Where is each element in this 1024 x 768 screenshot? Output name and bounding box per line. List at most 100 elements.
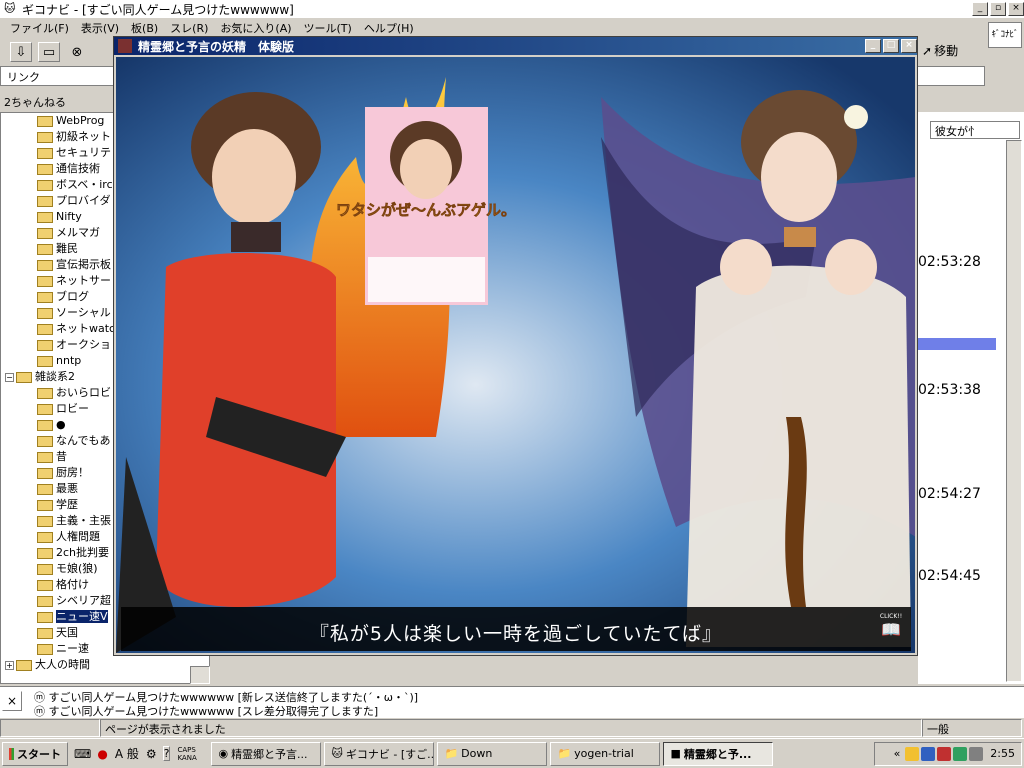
tree-item-label: プロバイダ <box>56 194 111 207</box>
minimize-button[interactable]: _ <box>972 2 988 16</box>
game-close-button[interactable]: × <box>901 39 917 53</box>
folder-icon <box>37 595 53 607</box>
tree-expander-icon[interactable]: − <box>5 372 14 382</box>
log-icon: ⓜ <box>34 705 49 718</box>
link-bar-label[interactable]: リンク <box>7 71 40 84</box>
quicklaunch-help-icon[interactable]: ? <box>162 746 171 761</box>
tree-item-label: 難民 <box>56 242 78 255</box>
move-button[interactable]: ➚ 移動 <box>922 42 958 59</box>
tree-scroll-down-button[interactable] <box>190 666 210 684</box>
folder-icon: 📁 <box>557 747 572 760</box>
download-icon[interactable]: ⇩ <box>10 42 32 62</box>
folder-icon <box>37 179 53 191</box>
game-scene: ワタシがぜ〜んぶアゲル。 <box>116 57 915 653</box>
message-box[interactable]: 『私が5人は楽しい一時を過ごしていたてば』 CLICK!! 📖 <box>121 607 911 651</box>
task-icon: ◉ <box>218 747 229 760</box>
folder-icon <box>37 243 53 255</box>
tray-chevron-icon[interactable]: « <box>894 747 901 760</box>
stop-icon[interactable]: ⊗ <box>66 42 88 62</box>
tree-item-label: 主義・主張 <box>56 514 111 527</box>
window-icon[interactable]: ▭ <box>38 42 60 62</box>
log-line: ⓜ すごい同人ゲーム見つけたwwwwww [スレ差分取得完了しますた] <box>34 703 378 719</box>
task-label: ギコナビ - [すご... <box>345 747 435 761</box>
tree-item-label: 人権問題 <box>56 530 100 543</box>
game-window[interactable]: 精霊郷と予言の妖精 体験版 _ □ × ワタシがぜ〜んぶアゲル。 『私が5人は楽… <box>113 36 918 656</box>
ime-indicator[interactable]: A 般 <box>115 745 139 762</box>
thread-tab[interactable]: 彼女が忄 <box>930 121 1020 139</box>
menu-thread[interactable]: スレ(R) <box>170 20 208 36</box>
folder-icon <box>37 227 53 239</box>
tree-item-label: ソーシャル <box>56 306 111 319</box>
task-button[interactable]: 📁 Down <box>437 741 548 766</box>
tree-item-label: シベリア超 <box>56 594 111 607</box>
folder-icon <box>37 131 53 143</box>
tree-item-label: 格付け <box>56 578 89 591</box>
folder-icon <box>37 499 53 511</box>
tree-item-label: 通信技術 <box>56 162 100 175</box>
tree-item[interactable]: + 大人の時間 <box>1 657 209 673</box>
system-tray: « 2:55 <box>874 741 1022 766</box>
thread-scrollbar[interactable] <box>1006 140 1022 682</box>
folder-icon <box>37 547 53 559</box>
task-button[interactable]: ◉ 精霊郷と予言... <box>211 741 322 766</box>
folder-icon <box>37 115 53 127</box>
status-message: ページが表示されました <box>100 719 922 737</box>
game-minimize-button[interactable]: _ <box>865 39 881 53</box>
folder-icon <box>37 355 53 367</box>
tree-item-label: ロビー <box>56 402 89 415</box>
quicklaunch-tool-icon[interactable]: ⚙ <box>146 747 157 761</box>
folder-icon <box>37 195 53 207</box>
folder-icon <box>37 435 53 447</box>
start-button[interactable]: スタート <box>2 741 68 766</box>
tree-item-label: ニュー速V <box>56 610 108 623</box>
clock[interactable]: 2:55 <box>990 747 1015 760</box>
task-button[interactable]: 📁 yogen-trial <box>550 741 661 766</box>
quicklaunch-keyboard-icon[interactable]: ⌨ <box>74 747 91 761</box>
tree-item-label: 天国 <box>56 626 78 639</box>
app-logo: ｷﾞｺﾅﾋﾞ <box>988 22 1022 48</box>
folder-icon <box>37 515 53 527</box>
menu-help[interactable]: ヘルプ(H) <box>364 20 414 36</box>
log-close-button[interactable]: × <box>2 691 22 711</box>
tree-item-label: 雑談系2 <box>35 370 75 383</box>
menu-favorites[interactable]: お気に入り(A) <box>220 20 291 36</box>
tree-expander-icon[interactable]: + <box>5 660 14 670</box>
menu-view[interactable]: 表示(V) <box>81 20 119 36</box>
tray-smiley-icon[interactable] <box>905 746 920 761</box>
folder-icon <box>16 371 32 383</box>
quicklaunch-app-icon[interactable]: ● <box>97 747 107 761</box>
game-canvas[interactable]: ワタシがぜ〜んぶアゲル。 『私が5人は楽しい一時を過ごしていたてば』 CLICK… <box>116 57 915 653</box>
close-button[interactable]: × <box>1008 2 1024 16</box>
folder-icon <box>37 531 53 543</box>
tray-volume-icon[interactable] <box>969 746 984 761</box>
folder-icon <box>16 659 32 671</box>
tree-item-label: 昔 <box>56 450 67 463</box>
menu-tools[interactable]: ツール(T) <box>304 20 352 36</box>
log-line-text: すごい同人ゲーム見つけたwwwwww [スレ差分取得完了しますた] <box>48 705 379 718</box>
tray-network-icon[interactable] <box>921 746 936 761</box>
tray-security-icon[interactable] <box>937 746 952 761</box>
folder-icon <box>37 611 53 623</box>
tree-item-label: nntp <box>56 354 82 367</box>
folder-icon <box>37 163 53 175</box>
task-button-active[interactable]: ■ 精霊郷と予... <box>663 741 774 766</box>
task-label: yogen-trial <box>574 747 634 760</box>
dialogue-text: 『私が5人は楽しい一時を過ごしていたてば』 <box>309 623 723 645</box>
move-icon: ➚ <box>922 43 933 58</box>
click-button[interactable]: CLICK!! 📖 <box>877 613 905 645</box>
move-label: 移動 <box>934 44 959 58</box>
folder-icon <box>37 643 53 655</box>
tree-item-label: ネットサー <box>56 274 111 287</box>
selection-highlight <box>918 338 996 350</box>
menu-board[interactable]: 板(B) <box>131 20 158 36</box>
menu-file[interactable]: ファイル(F) <box>10 20 69 36</box>
logo-text: ｷﾞｺﾅﾋﾞ <box>991 30 1019 40</box>
game-maximize-button[interactable]: □ <box>883 39 899 53</box>
tree-header-label[interactable]: 2ちゃんねる <box>4 96 66 109</box>
task-icon: ■ <box>670 747 681 760</box>
restore-button[interactable]: ▫ <box>990 2 1006 16</box>
log-panel: × ⓜ すごい同人ゲーム見つけたwwwwww [新レス送信終了しますた(´・ω・… <box>0 686 1024 718</box>
tray-update-icon[interactable] <box>953 746 968 761</box>
task-button[interactable]: 🐱 ギコナビ - [すご... <box>324 741 435 766</box>
tree-item-label: 厨房！ <box>56 466 89 479</box>
